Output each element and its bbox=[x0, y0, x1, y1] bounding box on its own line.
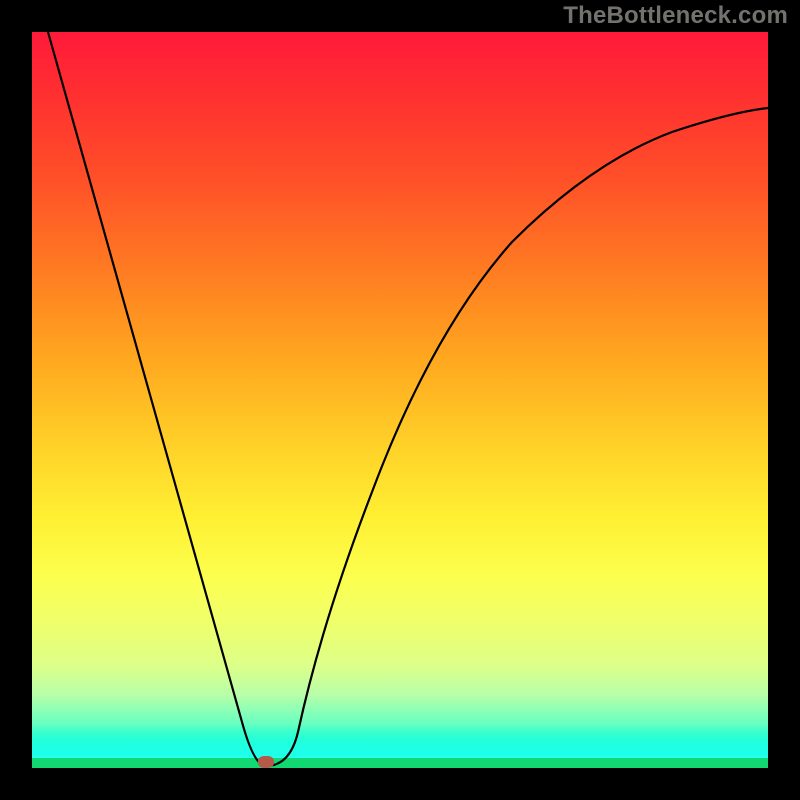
min-marker bbox=[258, 756, 274, 768]
bottleneck-curve bbox=[48, 32, 768, 766]
curve-svg bbox=[32, 32, 768, 768]
chart-frame: TheBottleneck.com bbox=[0, 0, 800, 800]
watermark-text: TheBottleneck.com bbox=[563, 2, 788, 30]
